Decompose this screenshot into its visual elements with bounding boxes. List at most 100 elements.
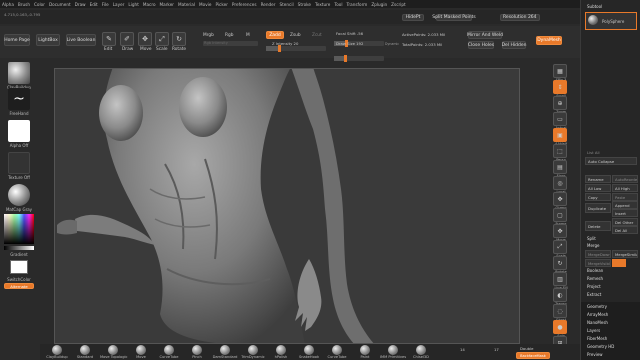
material-slot[interactable]: MatCap Gray [4,184,34,212]
menu-item-texture[interactable]: Texture [315,2,330,7]
view-persp-icon[interactable]: ⬚ [553,144,567,158]
menu-item-file[interactable]: File [102,2,109,7]
view-rotate-icon[interactable]: ↻ [553,256,567,270]
menu-item-color[interactable]: Color [34,2,45,7]
brush-chisel3d-button[interactable]: Chisel3D [408,345,434,359]
view-zoom-icon[interactable]: ⊕ [553,96,567,110]
home-page-button[interactable]: Home Page [4,34,30,46]
menu-item-layer[interactable]: Layer [113,2,125,7]
geometry-hd-section[interactable]: Geometry HD [587,344,614,349]
canvas-viewport[interactable] [54,68,520,344]
view-ghost-icon[interactable]: ◌ [553,304,567,318]
merge-section[interactable]: Merge [587,243,600,248]
del-hidden-button[interactable]: Del Hidden [502,41,526,49]
menu-item-marker[interactable]: Marker [160,2,174,7]
brush-claybuildup-button[interactable]: ClayBuildup [44,345,70,359]
lightbox-button[interactable]: LightBox [36,34,60,46]
menu-item-picker[interactable]: Picker [215,2,227,7]
menu-item-alpha[interactable]: Alpha [2,2,14,7]
all-high-button[interactable]: All High [612,184,638,192]
brush-move-button[interactable]: Move [128,345,154,359]
zadd-toggle[interactable]: Zadd [266,31,284,39]
brush-curvetube-button[interactable]: CurveTube [156,345,182,359]
view-aahalf-icon[interactable]: ▣ [553,128,567,142]
brush-pinch-button[interactable]: Pinch [184,345,210,359]
geometry-section[interactable]: Geometry [587,304,607,309]
edit-icon[interactable]: ✎ [102,32,116,46]
view-solo-icon[interactable]: ● [553,320,567,334]
double-toggle[interactable]: Double [520,346,533,351]
arraymesh-section[interactable]: ArrayMesh [587,312,608,317]
menu-item-brush[interactable]: Brush [18,2,30,7]
menu-item-macro[interactable]: Macro [143,2,156,7]
view-line-fill-polyf-icon[interactable]: ▥ [553,272,567,286]
z-intensity-slider[interactable] [266,45,326,52]
menu-item-tool[interactable]: Tool [334,2,342,7]
menu-item-zscript[interactable]: Zscript [391,2,406,7]
main-color-swatch[interactable] [10,260,28,274]
view-actual-icon[interactable]: ▭ [553,112,567,126]
nanomesh-section[interactable]: NanoMesh [587,320,608,325]
copy-button[interactable]: Copy [585,193,611,201]
brush-move-topologic-button[interactable]: Move Topologic [100,345,128,359]
dynamesh-button[interactable]: DynaMesh [536,36,562,45]
merge-similar-button[interactable]: MergeSimilar [612,250,638,258]
color-picker[interactable] [4,214,34,244]
menu-item-stroke[interactable]: Stroke [298,2,311,7]
menu-item-stencil[interactable]: Stencil [279,2,293,7]
split-section[interactable]: Split [587,236,596,241]
brush-slot[interactable]: ClayBuildup [4,62,34,90]
paste-button[interactable]: Paste [612,193,638,201]
gradient-bar[interactable] [4,246,34,250]
del-all-button[interactable]: Del All [612,226,638,234]
project-section[interactable]: Project [587,284,601,289]
view-transp-icon[interactable]: ◐ [553,288,567,302]
menu-item-document[interactable]: Document [49,2,71,7]
menu-item-transform[interactable]: Transform [346,2,367,7]
insert-button[interactable]: Insert [612,209,638,217]
brush-damstandard-button[interactable]: DamStandard [212,345,238,359]
draw-size-slider[interactable] [334,55,384,62]
view-scale-icon[interactable]: ⤢ [553,240,567,254]
alternate-button[interactable]: Alternate [4,283,34,289]
brush-hpolish-button[interactable]: hPolish [268,345,294,359]
m-toggle[interactable]: M [246,33,250,38]
alpha-slot[interactable]: Alpha Off [4,120,34,148]
live-boolean-button[interactable]: Live Boolean [66,34,96,46]
view-spix-3-icon[interactable]: ▦ [553,64,567,78]
texture-slot[interactable]: Texture Off [4,152,34,180]
brush-snakehook-button[interactable]: SnakeHook [296,345,322,359]
hidept-button[interactable]: HidePt [402,14,424,21]
zcut-toggle[interactable]: Zcut [312,33,322,38]
preview-section[interactable]: Preview [587,352,603,357]
stroke-slot[interactable]: ~ FreeHand [4,88,34,116]
brush-standard-button[interactable]: Standard [72,345,98,359]
menu-item-movie[interactable]: Movie [199,2,211,7]
menu-item-light[interactable]: Light [128,2,138,7]
menu-item-material[interactable]: Material [178,2,195,7]
menu-item-zplugin[interactable]: Zplugin [371,2,387,7]
layers-section[interactable]: Layers [587,328,600,333]
fibermesh-section[interactable]: FiberMesh [587,336,607,341]
merge-visible-button[interactable]: MergeVisible [585,259,611,267]
move-icon[interactable]: ✥ [138,32,152,46]
menu-item-preferences[interactable]: Preferences [232,2,257,7]
rename-button[interactable]: Rename [585,175,611,183]
mirror-and-weld-button[interactable]: Mirror And Weld [467,31,503,39]
view-scroll-icon[interactable]: ⇕ [553,80,567,94]
menu-item-render[interactable]: Render [261,2,276,7]
autoreorder-button[interactable]: AutoReorder [612,175,638,183]
menu-item-edit[interactable]: Edit [90,2,98,7]
zsub-toggle[interactable]: Zsub [290,33,301,38]
extract-section[interactable]: Extract [587,292,601,297]
view-local-icon[interactable]: ◎ [553,176,567,190]
merge-option-toggle[interactable] [612,259,626,267]
append-button[interactable]: Append [612,201,638,209]
remesh-section[interactable]: Remesh [587,276,603,281]
merge-down-button[interactable]: MergeDown [585,250,611,258]
rotate-icon[interactable]: ↻ [172,32,186,46]
brush-paint-button[interactable]: Paint [352,345,378,359]
scale-icon[interactable]: ⤢ [155,32,169,46]
del-other-button[interactable]: Del Other [612,218,638,226]
rgb-toggle[interactable]: Rgb [225,33,233,38]
